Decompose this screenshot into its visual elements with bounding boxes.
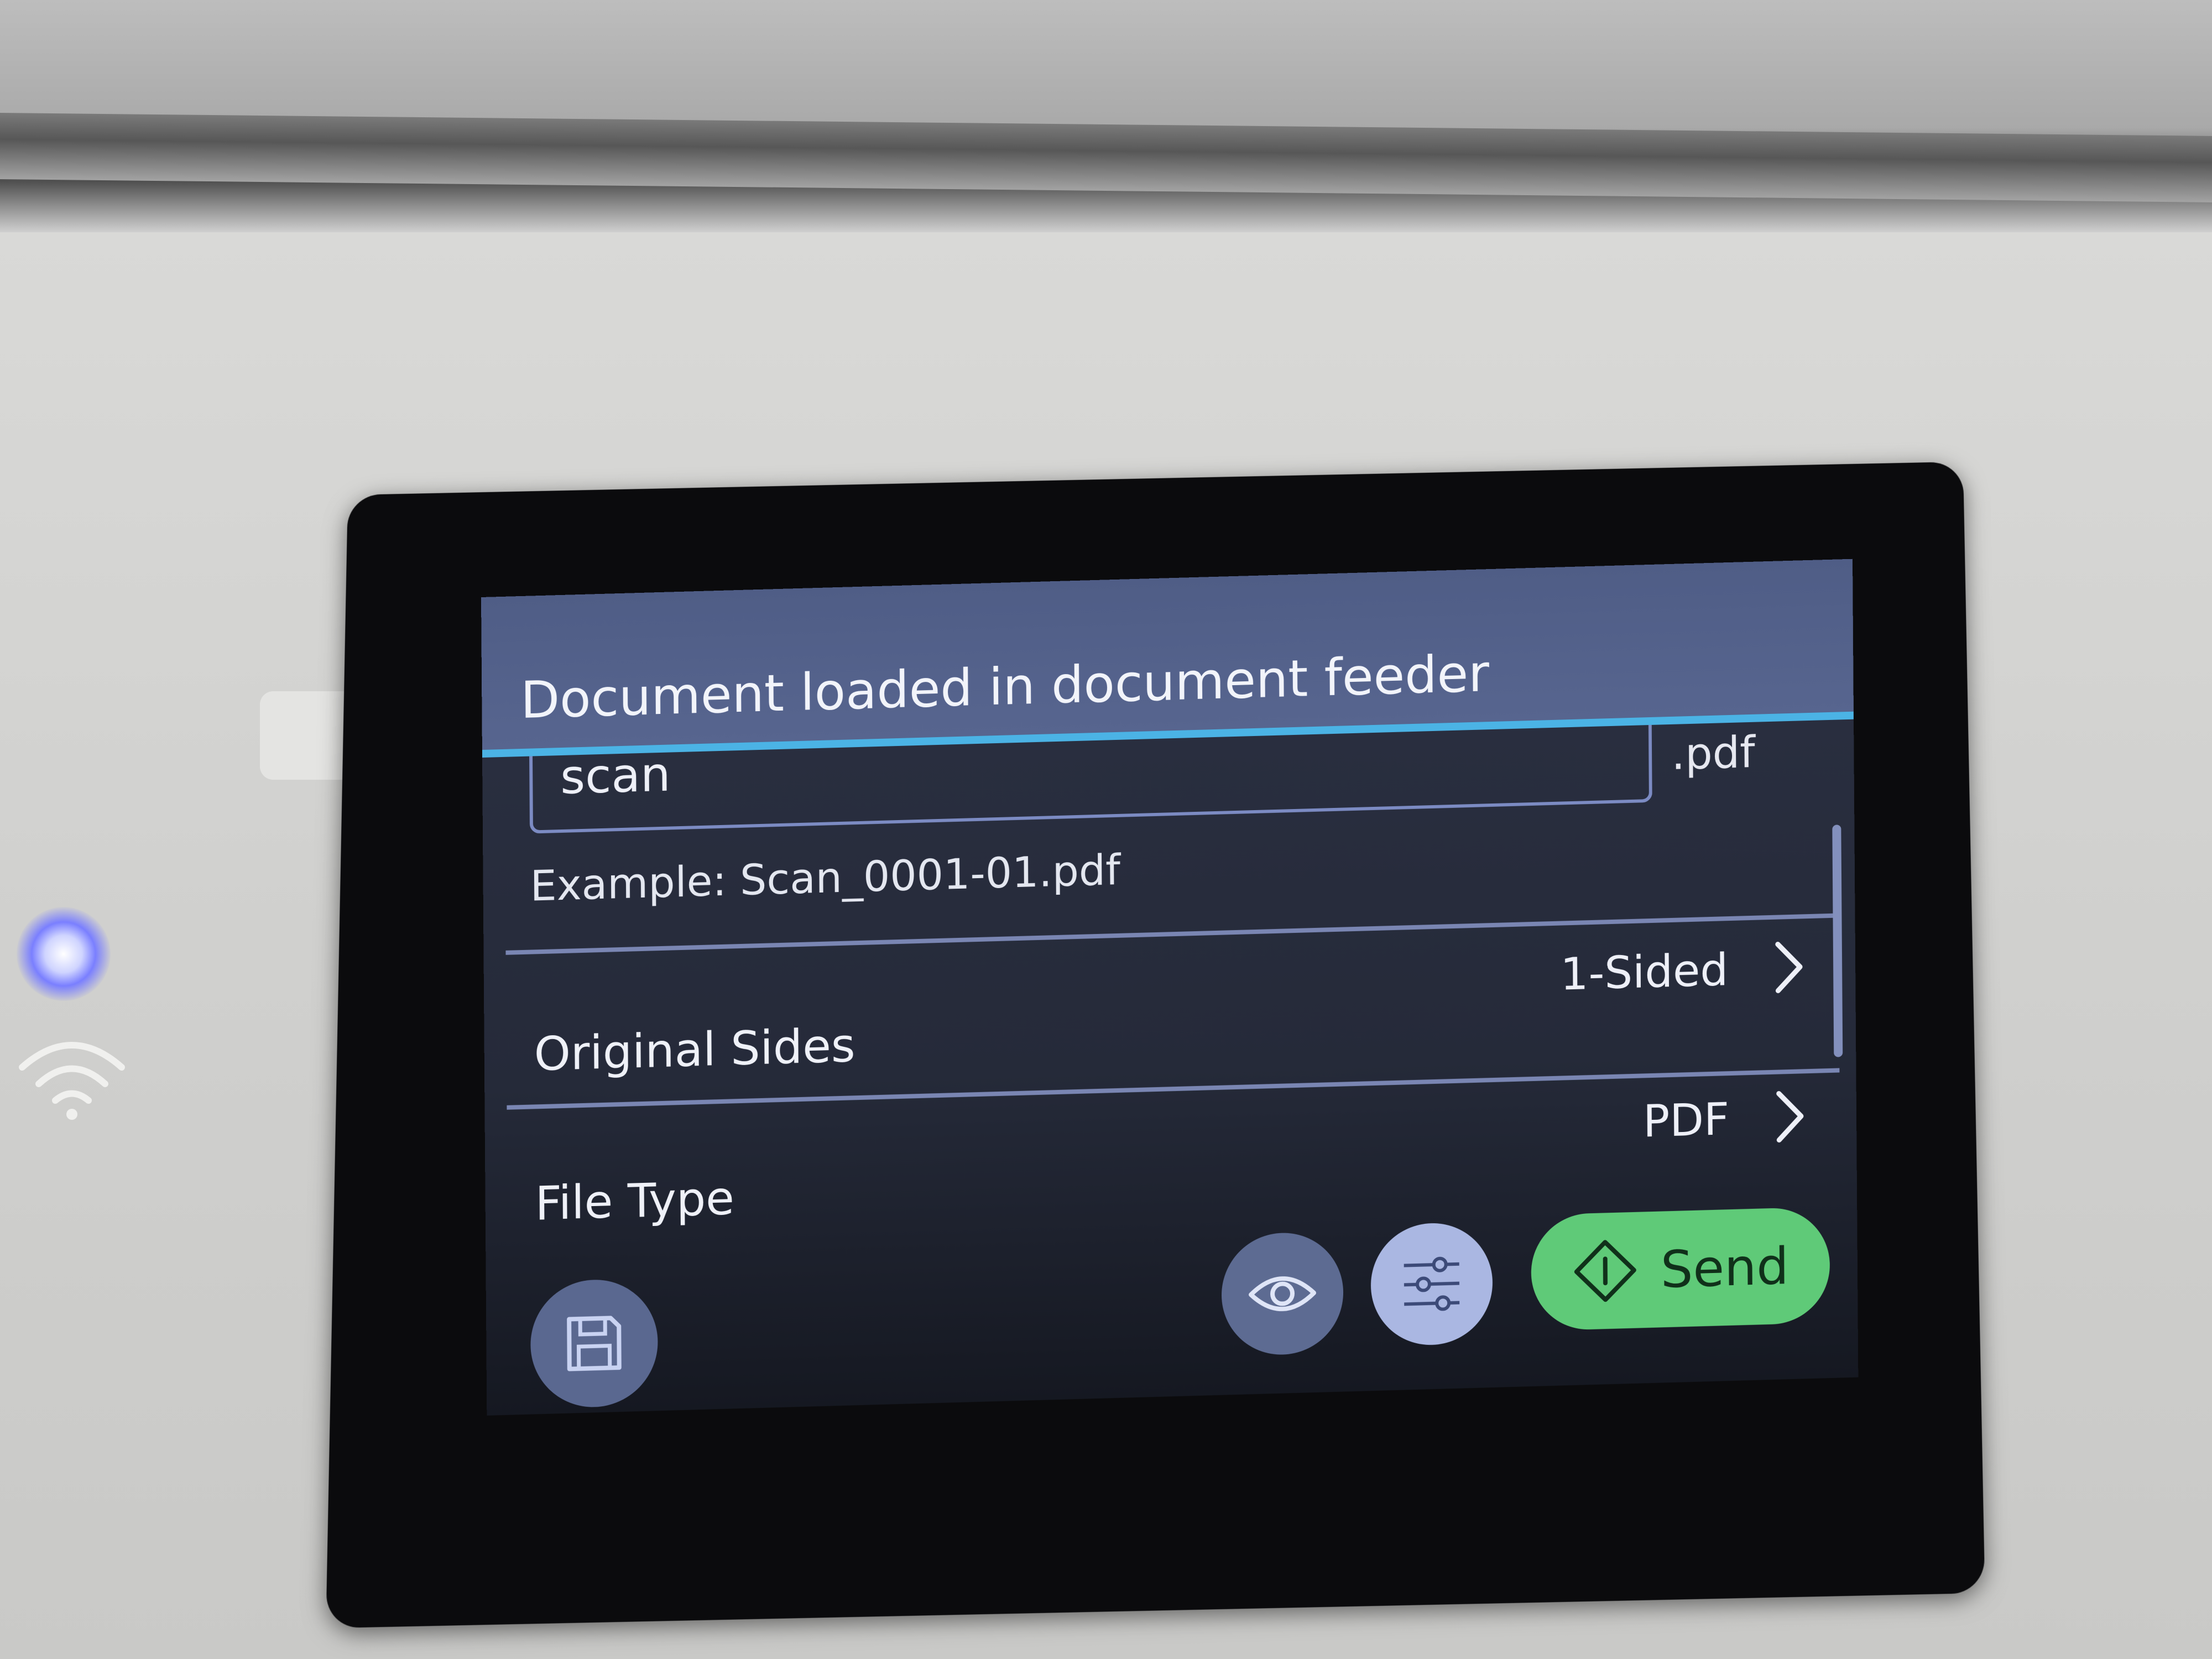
- send-button[interactable]: Send: [1531, 1206, 1830, 1331]
- setting-value: PDF: [1642, 1093, 1730, 1147]
- save-icon: [567, 1316, 622, 1371]
- file-extension-label: .pdf: [1671, 727, 1755, 780]
- scrollbar[interactable]: [1832, 825, 1843, 1057]
- file-name-value: scan: [560, 747, 671, 805]
- setting-label: Original Sides: [534, 1018, 855, 1082]
- sliders-icon: [1404, 1256, 1460, 1311]
- eye-icon: [1249, 1276, 1317, 1312]
- save-button[interactable]: [530, 1278, 659, 1409]
- send-label: Send: [1660, 1236, 1790, 1299]
- chevron-right-icon: [1776, 1091, 1804, 1142]
- setting-label: File Type: [535, 1171, 735, 1231]
- settings-button[interactable]: [1370, 1221, 1493, 1347]
- chevron-right-icon: [1775, 942, 1803, 994]
- touch-screen: Document loaded in document feeder scan …: [481, 559, 1859, 1416]
- wifi-icon: [19, 1042, 125, 1120]
- start-diamond-icon: [1574, 1240, 1636, 1302]
- preview-button[interactable]: [1221, 1231, 1344, 1357]
- status-light: [17, 907, 111, 1001]
- printer-photo: Document loaded in document feeder scan …: [0, 0, 2212, 1659]
- setting-value: 1-Sided: [1560, 944, 1729, 1000]
- file-name-example: Example: Scan_0001-01.pdf: [530, 844, 1121, 911]
- notification-message: Document loaded in document feeder: [520, 644, 1490, 731]
